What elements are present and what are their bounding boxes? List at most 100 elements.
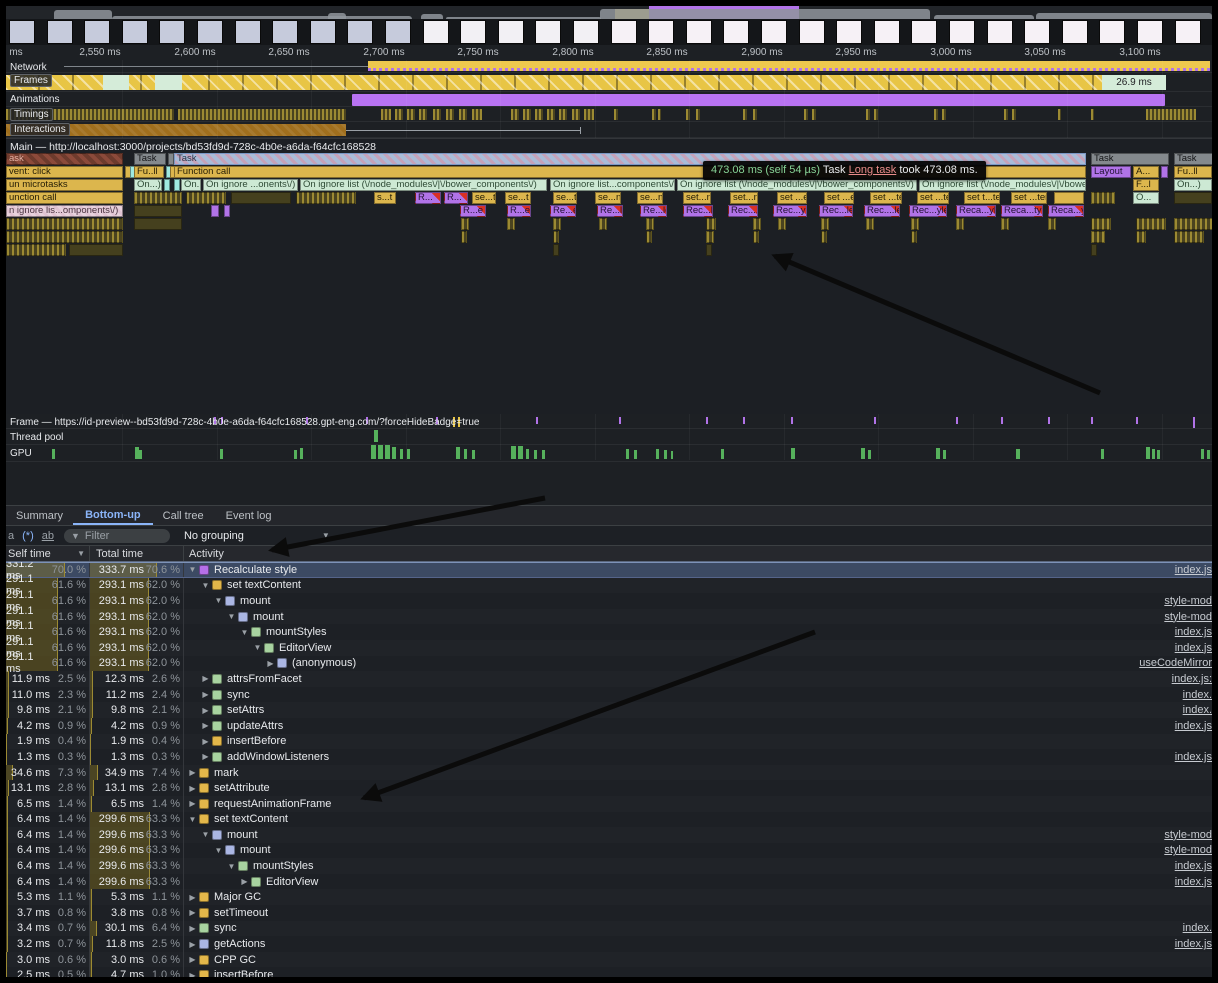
- flame-block[interactable]: [1091, 218, 1111, 230]
- flame-block[interactable]: Fu..ll: [1174, 166, 1212, 178]
- screenshot-thumbnail[interactable]: [836, 20, 862, 44]
- flame-block[interactable]: [164, 179, 170, 191]
- flame-block[interactable]: Rec....le: [864, 205, 900, 217]
- expander-icon[interactable]: ▼: [201, 830, 210, 839]
- regex-icon[interactable]: (*): [22, 530, 34, 542]
- flame-block[interactable]: On ignore list (\/node_modules\/|\/bower…: [677, 179, 917, 191]
- flame-block[interactable]: se...nt: [595, 192, 621, 204]
- flame-block[interactable]: [866, 218, 874, 230]
- flame-block[interactable]: ask: [6, 153, 123, 165]
- screenshot-thumbnail[interactable]: [423, 20, 449, 44]
- screenshot-thumbnail[interactable]: [1175, 20, 1201, 44]
- flame-block[interactable]: R...e: [507, 205, 531, 217]
- screenshot-thumbnail[interactable]: [535, 20, 561, 44]
- flame-block[interactable]: [599, 218, 607, 230]
- interactions-track[interactable]: Interactions: [6, 122, 1212, 138]
- table-row[interactable]: 1.9 ms0.4 %1.9 ms0.4 %▶insertBefore: [6, 734, 1212, 750]
- table-row[interactable]: 6.4 ms1.4 %299.6 ms63.3 %▼mountstyle-mod: [6, 843, 1212, 859]
- screenshot-thumbnail[interactable]: [874, 20, 900, 44]
- flame-block[interactable]: [224, 205, 230, 217]
- tab-summary[interactable]: Summary: [4, 506, 75, 525]
- table-row[interactable]: 3.2 ms0.7 %11.8 ms2.5 %▶getActionsindex.…: [6, 936, 1212, 952]
- flame-block[interactable]: [6, 218, 123, 230]
- expander-icon[interactable]: ▶: [201, 706, 210, 715]
- grouping-select[interactable]: No grouping: [184, 530, 244, 542]
- flame-block[interactable]: [553, 244, 559, 256]
- flame-block[interactable]: F...l: [1133, 179, 1159, 191]
- flame-block[interactable]: s...t: [374, 192, 396, 204]
- flame-block[interactable]: R...: [444, 192, 468, 204]
- animations-track[interactable]: Animations: [6, 92, 1212, 107]
- table-row[interactable]: 6.5 ms1.4 %6.5 ms1.4 %▶requestAnimationF…: [6, 796, 1212, 812]
- source-link[interactable]: index.js:: [1172, 673, 1212, 685]
- expander-icon[interactable]: ▶: [201, 737, 210, 746]
- screenshot-thumbnail[interactable]: [460, 20, 486, 44]
- flame-block[interactable]: [706, 218, 716, 230]
- flame-block[interactable]: On ignore ...onents\/): [203, 179, 298, 191]
- expander-icon[interactable]: ▼: [253, 643, 262, 652]
- screenshot-thumbnail[interactable]: [686, 20, 712, 44]
- flame-block[interactable]: R...: [415, 192, 441, 204]
- flame-block[interactable]: [753, 231, 759, 243]
- screenshot-thumbnail[interactable]: [911, 20, 937, 44]
- expander-icon[interactable]: ▶: [188, 924, 197, 933]
- screenshot-thumbnail[interactable]: [235, 20, 261, 44]
- flame-block[interactable]: [646, 231, 652, 243]
- flame-block[interactable]: On...): [134, 179, 162, 191]
- flame-block[interactable]: [134, 218, 182, 230]
- flame-block[interactable]: vent: click: [6, 166, 123, 178]
- source-link[interactable]: style-mod: [1164, 844, 1212, 856]
- flame-block[interactable]: Task: [1091, 153, 1169, 165]
- table-row[interactable]: 3.7 ms0.8 %3.8 ms0.8 %▶setTimeout: [6, 905, 1212, 921]
- expander-icon[interactable]: ▼: [214, 846, 223, 855]
- tab-call-tree[interactable]: Call tree: [151, 506, 216, 525]
- flame-block[interactable]: [1161, 166, 1168, 178]
- flame-block[interactable]: [821, 231, 827, 243]
- expander-icon[interactable]: ▶: [201, 674, 210, 683]
- flame-block[interactable]: [1136, 218, 1166, 230]
- source-link[interactable]: index.js: [1175, 642, 1212, 654]
- flame-block[interactable]: [211, 205, 219, 217]
- flame-block[interactable]: [1054, 192, 1084, 204]
- flame-block[interactable]: [134, 192, 182, 204]
- flame-block[interactable]: [706, 231, 714, 243]
- source-link[interactable]: style-mod: [1164, 595, 1212, 607]
- expander-icon[interactable]: ▼: [227, 612, 236, 621]
- flame-block[interactable]: [553, 218, 561, 230]
- flame-block[interactable]: [461, 231, 467, 243]
- flame-block[interactable]: [646, 218, 654, 230]
- screenshot-thumbnail[interactable]: [949, 20, 975, 44]
- screenshot-thumbnail[interactable]: [1099, 20, 1125, 44]
- expander-icon[interactable]: ▶: [266, 659, 275, 668]
- flame-block[interactable]: se...t: [505, 192, 531, 204]
- flame-block[interactable]: set ...tent: [1011, 192, 1047, 204]
- flame-block[interactable]: [956, 218, 964, 230]
- flame-block[interactable]: Layout: [1091, 166, 1131, 178]
- flame-block[interactable]: [911, 231, 917, 243]
- long-task-link[interactable]: Long task: [849, 164, 897, 176]
- screenshot-thumbnail[interactable]: [47, 20, 73, 44]
- expander-icon[interactable]: ▶: [188, 955, 197, 964]
- flame-block[interactable]: [1174, 231, 1204, 243]
- animations-bar[interactable]: [352, 94, 1165, 106]
- source-link[interactable]: index.js: [1175, 720, 1212, 732]
- flame-block[interactable]: [6, 231, 123, 243]
- source-link[interactable]: index.: [1183, 689, 1212, 701]
- match-case-icon[interactable]: a: [8, 530, 14, 542]
- table-row[interactable]: 4.2 ms0.9 %4.2 ms0.9 %▶updateAttrsindex.…: [6, 718, 1212, 734]
- flame-block[interactable]: [1001, 218, 1009, 230]
- flame-block[interactable]: [6, 244, 66, 256]
- screenshot-thumbnail[interactable]: [347, 20, 373, 44]
- screenshot-thumbnail[interactable]: [648, 20, 674, 44]
- screenshot-thumbnail[interactable]: [611, 20, 637, 44]
- frames-track[interactable]: 26.9 ms Frames: [6, 73, 1212, 92]
- screenshot-filmstrip[interactable]: [6, 19, 1212, 45]
- flame-block[interactable]: set ...tent: [917, 192, 949, 204]
- flame-block[interactable]: [1174, 192, 1212, 204]
- table-row[interactable]: 13.1 ms2.8 %13.1 ms2.8 %▶setAttribute: [6, 780, 1212, 796]
- screenshot-thumbnail[interactable]: [1062, 20, 1088, 44]
- table-row[interactable]: 3.0 ms0.6 %3.0 ms0.6 %▶CPP GC: [6, 952, 1212, 968]
- grouping-dropdown-icon[interactable]: ▼: [322, 531, 330, 540]
- flame-block[interactable]: Reca...tyle: [1001, 205, 1043, 217]
- source-link[interactable]: index.: [1183, 704, 1212, 716]
